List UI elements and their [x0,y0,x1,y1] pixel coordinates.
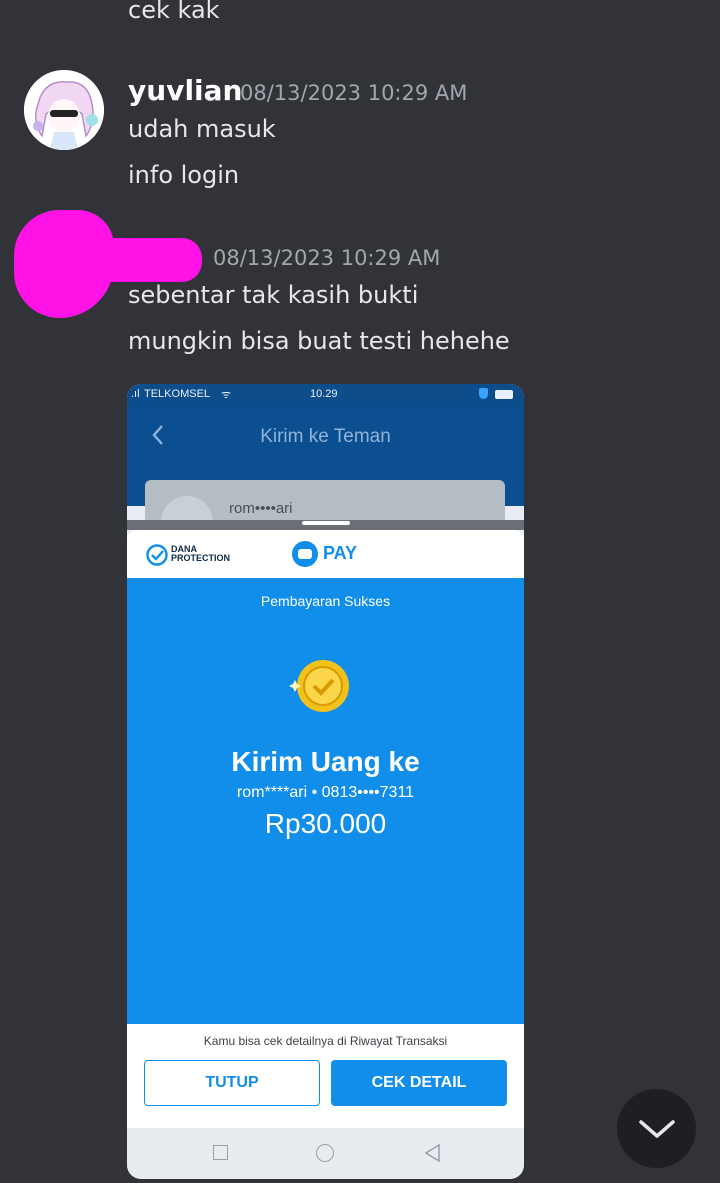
recipient-info: rom****ari • 0813••••7311 [236,784,415,801]
message-username[interactable]: yuvlian [128,74,242,107]
signal-icon: .ıl [131,388,140,400]
pay-label: PAY [323,543,358,563]
sheet-header: DANA PROTECTION PAY [127,530,524,578]
message-text: cek kak [128,0,220,24]
message-text: info login [128,161,240,189]
message-timestamp: 08/13/2023 10:29 AM [240,81,468,105]
phone-clock: 10.29 [310,388,338,400]
carrier-name: TELKOMSEL [144,388,211,400]
home-icon[interactable] [316,1144,334,1162]
receipt-panel: Pembayaran Sukses Kirim Uang ke rom****a… [127,578,524,1024]
footer-note: Kamu bisa cek detailnya di Riwayat Trans… [203,1034,448,1048]
dana-protection-icon [146,544,168,566]
wifi-icon: ᯤ [221,389,232,401]
message-text: sebentar tak kasih bukti [128,281,419,309]
dana-pay-logo-icon [292,541,318,567]
battery-icon [495,390,513,399]
payment-receipt-sheet: DANA PROTECTION PAY Pembayaran Sukses Ki… [127,530,524,1128]
message-timestamp: 08/13/2023 10:29 AM [213,246,441,270]
image-attachment[interactable]: .ıl TELKOMSEL ᯤ 10.29 Kirim ke Teman rom… [127,384,524,1179]
phone-status-bar: .ıl TELKOMSEL ᯤ 10.29 [127,384,524,406]
payment-amount: Rp30.000 [264,808,387,839]
contact-name: rom••••ari [229,500,293,517]
protection-line2: PROTECTION [171,553,231,563]
message-text: udah masuk [128,115,276,143]
avatar-illustration [24,70,104,150]
view-detail-button[interactable]: CEK DETAIL [331,1060,507,1106]
receipt-title: Kirim Uang ke [231,746,420,777]
user-avatar[interactable] [24,70,104,150]
scroll-to-bottom-button[interactable] [617,1089,696,1168]
back-triangle-icon[interactable] [423,1143,441,1163]
shield-icon [479,388,488,399]
redaction-mark [90,238,202,282]
message-text: mungkin bisa buat testi hehehe [128,327,510,355]
payment-status: Pembayaran Sukses [260,593,391,609]
app-title: Kirim ke Teman [260,426,391,447]
phone-nav-bar [127,1128,524,1179]
success-coin-icon [289,660,349,712]
sheet-handle[interactable] [302,521,350,525]
chevron-down-icon [638,1119,675,1138]
recent-apps-icon[interactable] [213,1145,228,1160]
close-button[interactable]: TUTUP [144,1060,320,1106]
dim-overlay [127,520,524,530]
